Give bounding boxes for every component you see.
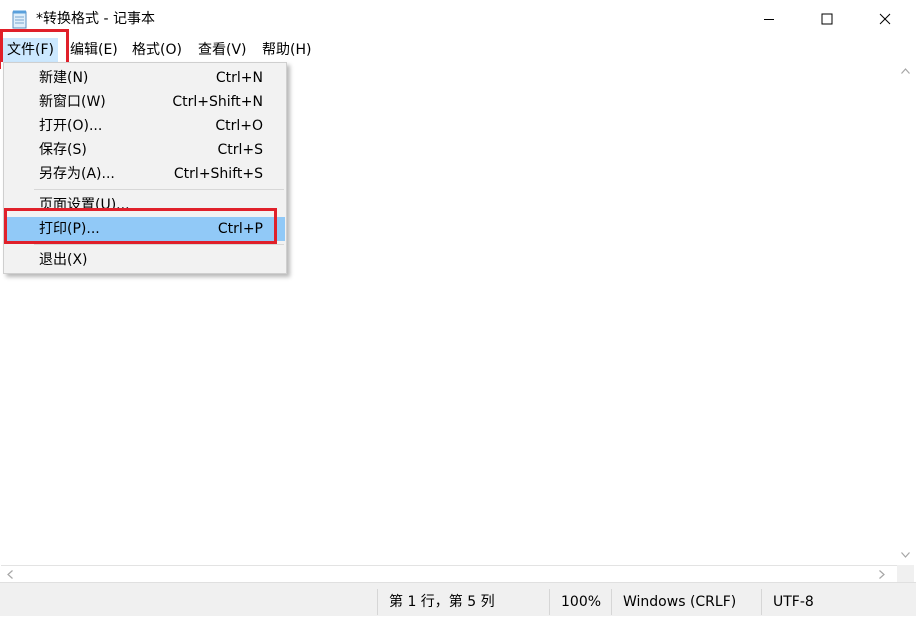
menu-item-new[interactable]: 新建(N) Ctrl+N	[5, 66, 285, 90]
status-divider	[377, 589, 378, 615]
menu-item-new-window[interactable]: 新窗口(W) Ctrl+Shift+N	[5, 90, 285, 114]
status-divider	[611, 589, 612, 615]
scroll-up-icon[interactable]	[901, 68, 910, 74]
horizontal-scrollbar[interactable]	[1, 565, 897, 582]
window-title: *转换格式 - 记事本	[36, 11, 155, 27]
status-zoom: 100%	[561, 594, 602, 610]
menu-item-print[interactable]: 打印(P)... Ctrl+P	[5, 217, 285, 241]
menu-item-shortcut: Ctrl+N	[215, 70, 263, 86]
menu-item-shortcut: Ctrl+Shift+N	[172, 94, 263, 110]
menu-edit[interactable]: 编辑(E)	[66, 38, 122, 62]
menu-format[interactable]: 格式(O)	[128, 38, 186, 62]
status-line-ending: Windows (CRLF)	[623, 594, 737, 610]
menu-item-shortcut: Ctrl+Shift+S	[173, 166, 263, 182]
menu-item-label: 页面设置(U)...	[39, 197, 130, 213]
menu-item-save[interactable]: 保存(S) Ctrl+S	[5, 138, 285, 162]
scroll-left-icon[interactable]	[7, 570, 13, 579]
scroll-down-icon[interactable]	[901, 552, 910, 558]
close-icon	[879, 13, 891, 25]
status-divider	[761, 589, 762, 615]
status-bar: 第 1 行，第 5 列 100% Windows (CRLF) UTF-8	[0, 582, 916, 616]
menu-file[interactable]: 文件(F)	[3, 38, 58, 62]
menu-bar: 文件(F) 编辑(E) 格式(O) 查看(V) 帮助(H)	[0, 38, 916, 62]
menu-item-label: 打印(P)...	[39, 221, 100, 237]
menu-help[interactable]: 帮助(H)	[258, 38, 315, 62]
menu-separator	[34, 189, 284, 190]
menu-item-label: 保存(S)	[39, 142, 87, 158]
vertical-scrollbar[interactable]	[897, 62, 914, 565]
menu-item-label: 新窗口(W)	[39, 94, 106, 110]
scroll-right-icon[interactable]	[879, 570, 885, 579]
file-menu-dropdown: 新建(N) Ctrl+N 新窗口(W) Ctrl+Shift+N 打开(O)..…	[3, 62, 287, 274]
minimize-button[interactable]	[740, 0, 798, 38]
maximize-icon	[821, 13, 833, 25]
minimize-icon	[764, 19, 774, 20]
close-button[interactable]	[856, 0, 914, 38]
menu-item-page-setup[interactable]: 页面设置(U)...	[5, 193, 285, 217]
status-encoding: UTF-8	[773, 594, 814, 610]
menu-item-label: 另存为(A)...	[39, 166, 115, 182]
menu-item-label: 新建(N)	[39, 70, 89, 86]
menu-view[interactable]: 查看(V)	[194, 38, 251, 62]
status-divider	[549, 589, 550, 615]
menu-item-label: 打开(O)...	[39, 118, 103, 134]
menu-item-shortcut: Ctrl+S	[217, 142, 263, 158]
scrollbar-corner	[897, 565, 914, 582]
status-cursor-position: 第 1 行，第 5 列	[389, 594, 495, 610]
title-bar: *转换格式 - 记事本	[0, 0, 916, 38]
menu-item-exit[interactable]: 退出(X)	[5, 248, 285, 272]
menu-item-shortcut: Ctrl+P	[217, 221, 263, 237]
maximize-button[interactable]	[798, 0, 856, 38]
menu-item-shortcut: Ctrl+O	[215, 118, 263, 134]
notepad-icon	[10, 9, 30, 29]
menu-item-open[interactable]: 打开(O)... Ctrl+O	[5, 114, 285, 138]
menu-separator	[34, 244, 284, 245]
menu-item-label: 退出(X)	[39, 252, 88, 268]
menu-item-save-as[interactable]: 另存为(A)... Ctrl+Shift+S	[5, 162, 285, 186]
